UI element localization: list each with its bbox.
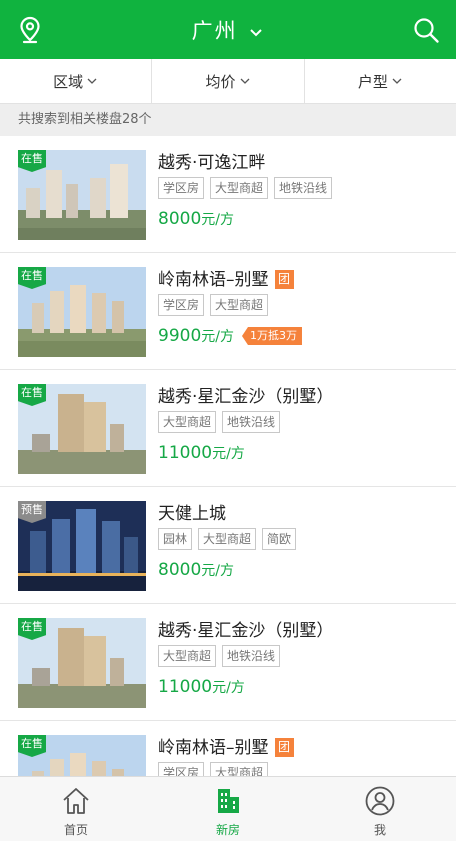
group-buy-badge: 团 [274, 270, 294, 289]
listing-tags: 园林 大型商超 简欧 [158, 528, 302, 550]
chevron-down-icon [250, 29, 263, 37]
listing-tags: 学区房 大型商超 [158, 762, 274, 776]
listing-price: 8000元/方 [158, 209, 234, 229]
filter-layout-label: 户型 [357, 72, 388, 91]
search-icon[interactable] [410, 14, 442, 46]
price-unit: 元/方 [212, 446, 245, 462]
listing-item[interactable]: 预售 天健上城 园林 大型商超 简欧 8000元/方 [0, 487, 456, 604]
group-buy-badge: 团 [274, 738, 294, 757]
tag: 大型商超 [198, 528, 257, 550]
tag: 大型商超 [210, 762, 269, 776]
chevron-down-icon [240, 78, 249, 84]
listing-item[interactable]: 在售 越秀·星汇金沙（别墅） 大型商超 地铁沿线 11000元/方 [0, 370, 456, 487]
listing-price: 8000元/方 [158, 560, 234, 580]
listing-price: 11000元/方 [158, 443, 245, 463]
listing-name: 岭南林语–别墅团 [158, 733, 294, 758]
filter-area-label: 区域 [53, 72, 84, 91]
filter-bar: 区域 均价 户型 [0, 59, 456, 104]
user-icon [365, 786, 395, 816]
city-name: 广州 [191, 19, 238, 43]
listing-name: 岭南林语–别墅团 [158, 265, 294, 290]
listing-item[interactable]: 在售 越秀·星汇金沙（别墅） 大型商超 地铁沿线 11000元/方 [0, 604, 456, 721]
listing-item[interactable]: 在售 岭南林语–别墅团 学区房 大型商超 [0, 721, 456, 776]
listing-tags: 大型商超 地铁沿线 [158, 411, 286, 433]
filter-area[interactable]: 区域 [0, 59, 153, 103]
tag: 园林 [158, 528, 193, 550]
price-unit: 元/方 [201, 329, 234, 345]
tag: 学区房 [158, 177, 205, 199]
listing-item[interactable]: 在售 越秀·可逸江畔 学区房 大型商超 地铁沿线 8000元/方 [0, 136, 456, 253]
tag: 大型商超 [210, 177, 269, 199]
listing-name: 越秀·星汇金沙（别墅） [158, 387, 334, 407]
tag: 学区房 [158, 294, 205, 316]
city-selector[interactable]: 广州 [0, 15, 456, 45]
listing-name: 天健上城 [158, 504, 226, 524]
listing-item[interactable]: 在售 岭南林语–别墅团 学区房 大型商超 9900元/方 1万抵3万 [0, 253, 456, 370]
tab-home[interactable]: 首页 [0, 777, 152, 841]
chevron-down-icon [392, 78, 402, 84]
listing-name: 越秀·可逸江畔 [158, 153, 266, 173]
filter-price[interactable]: 均价 [152, 59, 305, 103]
listing-price: 11000元/方 [158, 677, 245, 697]
price-value: 8000 [158, 209, 202, 229]
filter-price-label: 均价 [205, 72, 236, 91]
top-bar: 广州 [0, 0, 456, 59]
tab-me[interactable]: 我 [304, 777, 456, 841]
listing-list[interactable]: 在售 越秀·可逸江畔 学区房 大型商超 地铁沿线 8000元/方 在售 岭南林语… [0, 136, 456, 776]
tag: 地铁沿线 [274, 177, 333, 199]
listing-price: 9900元/方 1万抵3万 [158, 326, 302, 346]
tag: 大型商超 [158, 411, 217, 433]
price-value: 11000 [158, 443, 213, 463]
tab-new-homes-label: 新房 [215, 823, 240, 837]
tag: 学区房 [158, 762, 205, 776]
listing-tags: 学区房 大型商超 [158, 294, 274, 316]
filter-layout[interactable]: 户型 [305, 59, 456, 103]
tag: 简欧 [262, 528, 297, 550]
buildings-icon [218, 789, 239, 813]
price-unit: 元/方 [201, 563, 234, 579]
tab-me-label: 我 [373, 823, 386, 837]
price-unit: 元/方 [201, 212, 234, 228]
price-value: 8000 [158, 560, 202, 580]
tag: 地铁沿线 [222, 645, 281, 667]
listing-tags: 学区房 大型商超 地铁沿线 [158, 177, 338, 199]
promo-badge: 1万抵3万 [241, 327, 302, 345]
price-value: 11000 [158, 677, 213, 697]
home-icon [63, 788, 89, 814]
listing-name: 越秀·星汇金沙（别墅） [158, 621, 334, 641]
price-unit: 元/方 [212, 680, 245, 696]
tag: 大型商超 [210, 294, 269, 316]
tab-new-homes[interactable]: 新房 [152, 777, 304, 841]
chevron-down-icon [87, 78, 97, 84]
tag: 大型商超 [158, 645, 217, 667]
bottom-tab-bar: 首页 新房 我 [0, 776, 456, 841]
tab-home-label: 首页 [63, 823, 88, 837]
price-value: 9900 [158, 326, 202, 346]
listing-tags: 大型商超 地铁沿线 [158, 645, 286, 667]
tag: 地铁沿线 [222, 411, 281, 433]
result-count: 共搜索到相关楼盘28个 [0, 104, 456, 136]
